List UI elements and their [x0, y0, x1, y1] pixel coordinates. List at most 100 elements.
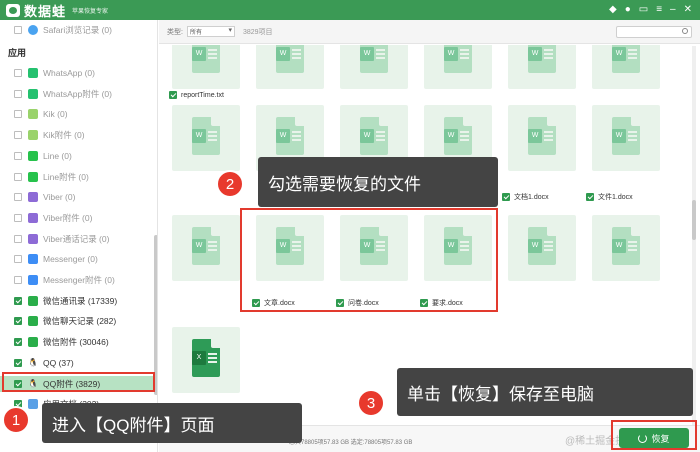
file-thumbnail[interactable]: W — [592, 45, 660, 89]
checkbox[interactable] — [14, 255, 22, 264]
sidebar-item[interactable]: WhatsApp附件 (0) — [0, 86, 150, 102]
sidebar-item[interactable]: 微信通讯录 (17339) — [0, 293, 150, 309]
search-input[interactable] — [616, 26, 692, 38]
file-name-row[interactable]: 文件1.docx — [586, 191, 633, 203]
checkbox[interactable] — [14, 338, 22, 347]
sidebar-item[interactable]: Viber附件 (0) — [0, 210, 150, 226]
word-file-icon: W — [612, 117, 640, 155]
sidebar-item-safari-history[interactable]: Safari浏览记录 (0) — [0, 22, 150, 38]
close-icon[interactable]: ✕ — [684, 5, 692, 15]
sidebar-item-label: Kik (0) — [43, 109, 68, 120]
word-file-icon: W — [528, 117, 556, 155]
checkbox[interactable] — [14, 89, 22, 98]
kik-icon — [28, 109, 38, 120]
user-icon[interactable]: ● — [625, 5, 631, 15]
file-name: reportTime.txt — [181, 91, 224, 99]
checkbox[interactable] — [14, 69, 22, 77]
checkbox[interactable] — [14, 110, 22, 119]
search-icon[interactable] — [682, 28, 688, 34]
word-file-icon: W — [276, 45, 304, 73]
file-thumbnail[interactable]: X — [172, 327, 240, 393]
sidebar-item[interactable]: Messenger (0) — [0, 251, 150, 267]
file-thumbnail[interactable]: W — [424, 45, 492, 89]
line-icon — [28, 171, 38, 182]
word-file-icon: W — [276, 117, 304, 155]
step-2-badge: 2 — [216, 170, 244, 198]
sidebar-item-label: Messenger附件 (0) — [43, 275, 115, 285]
sidebar-item[interactable]: Line (0) — [0, 148, 150, 164]
sidebar-item-label: 微信通讯录 (17339) — [43, 295, 118, 306]
checkbox[interactable] — [14, 151, 22, 160]
grid-scrollbar-thumb[interactable] — [692, 200, 696, 240]
type-filter-label: 类型: — [167, 28, 183, 36]
word-file-icon: W — [612, 45, 640, 73]
safari-icon — [28, 25, 38, 35]
wechat-icon — [28, 295, 38, 306]
sidebar-item[interactable]: Messenger附件 (0) — [0, 272, 150, 288]
app-name: 数据蛙 — [24, 3, 67, 19]
sidebar-item[interactable]: Viber通话记录 (0) — [0, 231, 150, 247]
sidebar-item-label: Messenger (0) — [43, 254, 98, 265]
section-label-apps: 应用 — [8, 48, 27, 58]
highlight-box-recover — [611, 420, 697, 450]
app-window: 数据蛙 苹果恢复专家 ◆ ● ▭ ≡ – ✕ Safari浏览记录 (0) 应用… — [0, 0, 700, 452]
whatsapp-icon — [28, 88, 38, 99]
file-thumbnail[interactable]: W — [508, 215, 576, 281]
checkbox[interactable] — [14, 358, 22, 367]
checkbox[interactable] — [14, 172, 22, 181]
file-name-row[interactable]: 文档1.docx — [502, 191, 549, 203]
file-checkbox[interactable] — [169, 91, 177, 99]
viber-icon — [28, 233, 38, 244]
sidebar-item[interactable]: Kik附件 (0) — [0, 127, 150, 143]
checkbox[interactable] — [14, 317, 22, 326]
sidebar-item[interactable]: 🐧 QQ (37) — [0, 355, 150, 371]
file-checkbox[interactable] — [586, 193, 594, 201]
minimize-icon[interactable]: – — [670, 5, 676, 15]
file-checkbox[interactable] — [502, 193, 510, 201]
sidebar-item[interactable]: 微信聊天记录 (282) — [0, 313, 150, 329]
sidebar-item[interactable]: Kik (0) — [0, 106, 150, 122]
file-thumbnail[interactable]: W — [340, 45, 408, 89]
file-name: 文档1.docx — [514, 194, 549, 201]
sidebar-item[interactable]: WhatsApp (0) — [0, 65, 150, 81]
highlight-box-selected-files — [240, 208, 498, 312]
whatsapp-icon — [28, 68, 38, 78]
sidebar-item-label: Viber (0) — [43, 192, 76, 203]
file-thumbnail[interactable]: W — [592, 105, 660, 171]
sidebar-item-label: WhatsApp (0) — [43, 68, 95, 78]
checkbox[interactable] — [14, 234, 22, 243]
file-thumbnail[interactable]: W — [508, 45, 576, 89]
file-name-row[interactable]: reportTime.txt — [169, 89, 224, 101]
checkbox[interactable] — [14, 131, 22, 140]
word-file-icon: W — [444, 117, 472, 155]
app-subtitle: 苹果恢复专家 — [72, 8, 109, 15]
file-thumbnail[interactable]: W — [256, 45, 324, 89]
title-bar: 数据蛙 苹果恢复专家 ◆ ● ▭ ≡ – ✕ — [0, 0, 700, 20]
file-thumbnail[interactable]: W — [172, 215, 240, 281]
sidebar-item[interactable]: Viber (0) — [0, 189, 150, 205]
checkbox[interactable] — [14, 193, 22, 202]
sidebar-item-label: Kik附件 (0) — [43, 130, 85, 141]
word-file-icon: W — [360, 117, 388, 155]
file-thumbnail[interactable]: W — [172, 105, 240, 171]
menu-icon[interactable]: ≡ — [656, 5, 662, 15]
checkbox[interactable] — [14, 276, 22, 284]
diamond-icon[interactable]: ◆ — [609, 5, 617, 15]
file-thumbnail[interactable]: W — [172, 45, 240, 89]
checkbox[interactable] — [14, 296, 22, 305]
chat-icon[interactable]: ▭ — [639, 5, 648, 15]
sidebar-item[interactable]: 微信附件 (30046) — [0, 334, 150, 350]
sidebar-item[interactable]: Line附件 (0) — [0, 169, 150, 185]
word-file-icon: W — [360, 45, 388, 73]
sidebar-scrollbar[interactable] — [154, 235, 157, 395]
messenger-icon — [28, 254, 38, 265]
type-filter-select[interactable]: 所有 — [186, 26, 235, 37]
file-thumbnail[interactable]: W — [508, 105, 576, 171]
checkbox[interactable] — [14, 213, 22, 222]
checkbox[interactable] — [14, 26, 22, 34]
messenger-icon — [28, 275, 38, 285]
app-doc-icon — [28, 399, 38, 410]
file-thumbnail[interactable]: W — [592, 215, 660, 281]
step-3-badge: 3 — [357, 389, 385, 417]
filter-bar: 类型: 所有 3829项目 — [159, 20, 700, 44]
